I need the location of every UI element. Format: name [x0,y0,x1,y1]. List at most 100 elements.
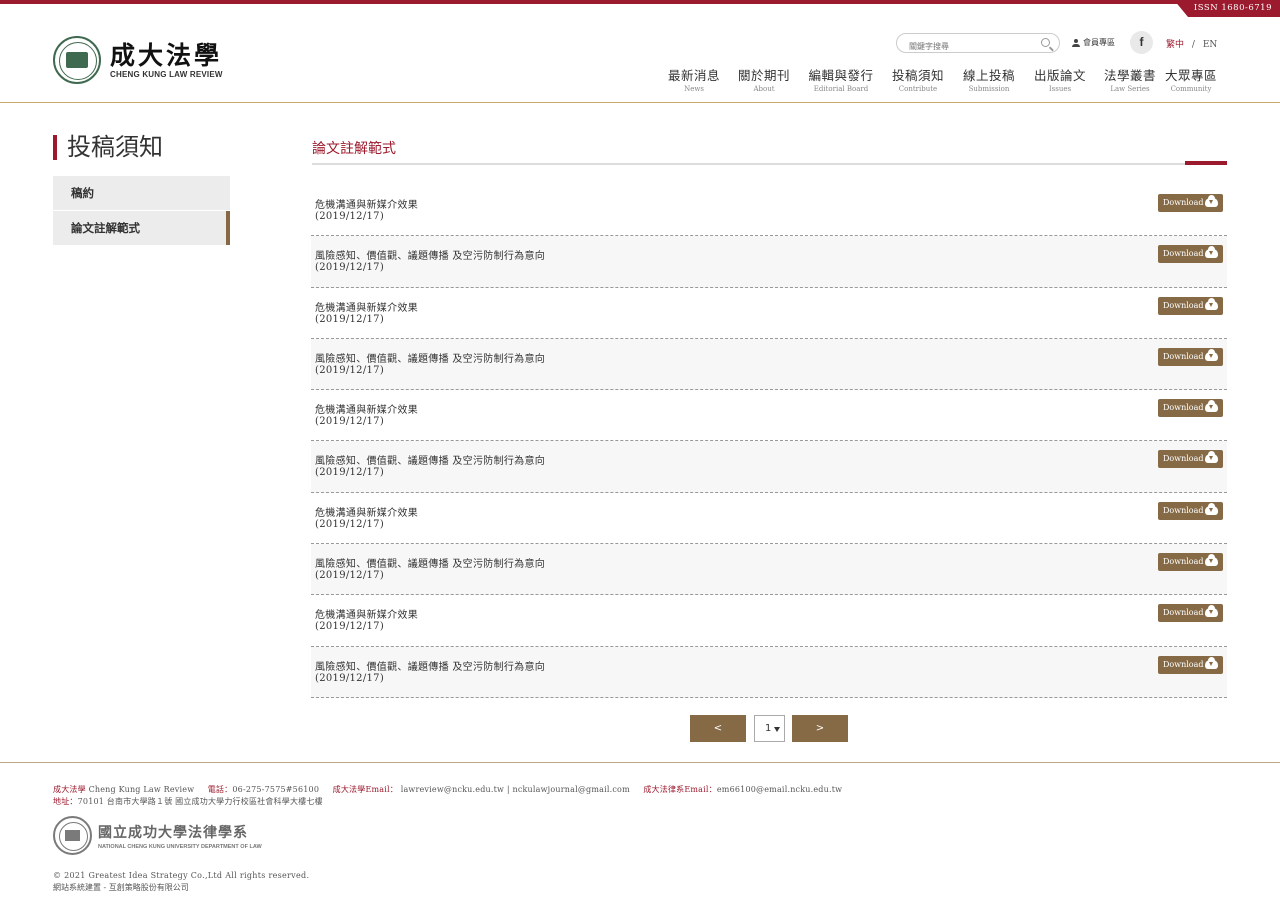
download-button[interactable]: Download [1158,347,1223,366]
cloud-download-icon [1205,297,1218,310]
nav-sublabel: News [684,85,704,93]
user-icon [1072,38,1080,47]
nav-sublabel: Law Series [1110,85,1150,93]
item-title: 風險感知、價值觀、議題傳播 及空污防制行為意向 [315,353,546,365]
footer-address: 地址：70101 台南市大學路１號 國立成功大學力行校區社會科學大樓七樓 [53,796,323,807]
cloud-download-icon [1205,246,1218,259]
logo-subtitle: CHENG KUNG LAW REVIEW [110,69,223,79]
item-date: (2019/12/17) [315,518,385,530]
footer-dept-email-label: 成大法律系Email： [643,785,717,794]
item-date: (2019/12/17) [315,262,385,274]
nav-item-contribute[interactable]: 投稿須知 Contribute [885,65,951,93]
list-item: 風險感知、價值觀、議題傳播 及空污防制行為意向 (2019/12/17) Dow… [311,338,1227,391]
item-date: (2019/12/17) [315,211,385,222]
footer-email-label: 成大法學Email： [332,785,398,794]
item-title: 風險感知、價值觀、議題傳播 及空污防制行為意向 [315,456,546,468]
download-button[interactable]: Download [1158,553,1223,572]
search-icon[interactable] [1041,38,1050,47]
download-label: Download [1163,659,1204,669]
item-date: (2019/12/17) [315,621,385,633]
item-date: (2019/12/17) [315,570,385,582]
item-title: 危機溝通與新媒介效果 [315,405,418,417]
search-input[interactable] [897,37,1027,56]
site-logo[interactable]: 成大法學 CHENG KUNG LAW REVIEW [53,36,223,84]
download-button[interactable]: Download [1158,450,1223,469]
footer-divider [0,762,1280,763]
download-label: Download [1163,608,1204,618]
footer-addr-label: 地址： [53,797,78,806]
nav-label: 大眾專區 [1164,68,1217,83]
nav-item-editorial[interactable]: 編輯與發行 Editorial Board [804,65,878,93]
footer-addr: 70101 台南市大學路１號 國立成功大學力行校區社會科學大樓七樓 [77,797,323,806]
cloud-download-icon [1205,656,1218,669]
title-accent [1185,161,1227,165]
download-button[interactable]: Download [1158,296,1223,315]
nav-item-issues[interactable]: 出版論文 Issues [1027,65,1093,93]
nav-item-community[interactable]: 大眾專區 Community [1158,65,1224,93]
logo-title: 成大法學 [110,40,223,70]
member-label: 會員專區 [1083,38,1115,47]
nav-label: 出版論文 [1033,68,1086,83]
download-label: Download [1163,198,1204,207]
list-item: 危機溝通與新媒介效果 (2019/12/17) Download [311,390,1227,442]
cloud-download-icon [1205,554,1218,567]
prev-page-button[interactable]: < [690,715,746,742]
nav-label: 最新消息 [667,68,720,83]
member-link[interactable]: 會員專區 [1072,37,1115,48]
university-seal-icon [53,816,92,855]
issn-badge: ISSN 1680-6719 [1174,0,1280,17]
document-list: 危機溝通與新媒介效果 (2019/12/17) Download 風險感知、價值… [311,185,1227,698]
lang-en-link[interactable]: EN [1203,40,1217,50]
footer-tel-label: 電話： [207,785,233,794]
facebook-icon[interactable]: f [1130,31,1153,54]
cloud-download-icon [1205,502,1218,515]
nav-item-law-series[interactable]: 法學叢書 Law Series [1097,65,1163,93]
download-button[interactable]: Download [1158,655,1223,674]
footer-tel: 06-275-7575#56100 [232,785,320,794]
cloud-download-icon [1205,348,1218,361]
cloud-download-icon [1205,605,1218,618]
next-page-button[interactable]: > [792,715,848,742]
copyright: © 2021 Greatest Idea Strategy Co.,Ltd Al… [53,871,310,880]
download-button[interactable]: Download [1158,501,1223,520]
nav-item-about[interactable]: 關於期刊 About [730,65,798,93]
sidebar-item-submission-terms[interactable]: 稿約 [53,176,230,210]
footer-name-label: 成大法學 [53,785,86,794]
nav-label: 關於期刊 [737,68,790,83]
footer-logo[interactable]: 國立成功大學法律學系 NATIONAL CHENG KUNG UNIVERSIT… [53,816,262,855]
item-title: 危機溝通與新媒介效果 [315,200,418,211]
footer-contact: 成大法學 Cheng Kung Law Review 電話：06-275-757… [53,784,842,795]
footer-dept-email[interactable]: em66100@email.ncku.edu.tw [717,785,842,794]
nav-item-submission[interactable]: 線上投稿 Submission [956,65,1022,93]
footer-logo-title: 國立成功大學法律學系 [98,824,248,841]
download-label: Download [1163,300,1204,310]
nav-sublabel: Editorial Board [813,85,869,93]
footer-email[interactable]: lawreview@ncku.edu.tw | nckulawjournal@g… [401,785,630,794]
cloud-download-icon [1205,451,1218,464]
site-builder-credit[interactable]: 網站系統建置 - 互創策略股份有限公司 [53,882,189,893]
list-item: 風險感知、價值觀、議題傳播 及空污防制行為意向 (2019/12/17) Dow… [311,441,1227,493]
title-divider [312,163,1227,165]
cloud-download-icon [1205,195,1218,207]
item-title: 風險感知、價值觀、議題傳播 及空污防制行為意向 [315,251,546,263]
item-title: 危機溝通與新媒介效果 [315,302,418,314]
download-button[interactable]: Download [1158,399,1223,418]
nav-label: 線上投稿 [962,68,1015,83]
list-item: 危機溝通與新媒介效果 (2019/12/17) Download [311,185,1227,237]
sidebar-item-citation-format[interactable]: 論文註解範式 [53,211,230,245]
page-select[interactable]: 1 [754,715,785,742]
download-button[interactable]: Download [1158,604,1223,623]
item-title: 風險感知、價值觀、議題傳播 及空污防制行為意向 [315,661,546,673]
nav-item-news[interactable]: 最新消息 News [660,65,728,93]
lang-separator: / [1191,40,1195,50]
university-seal-icon [53,36,101,84]
download-button[interactable]: Download [1158,194,1223,212]
lang-zh-link[interactable]: 繁中 [1166,40,1184,50]
nav-label: 法學叢書 [1103,68,1156,83]
item-title: 危機溝通與新媒介效果 [315,507,418,519]
item-date: (2019/12/17) [315,364,385,376]
download-button[interactable]: Download [1158,245,1223,264]
nav-sublabel: Submission [968,85,1010,93]
list-item: 危機溝通與新媒介效果 (2019/12/17) Download [311,595,1227,647]
footer-name: Cheng Kung Law Review [88,785,195,794]
